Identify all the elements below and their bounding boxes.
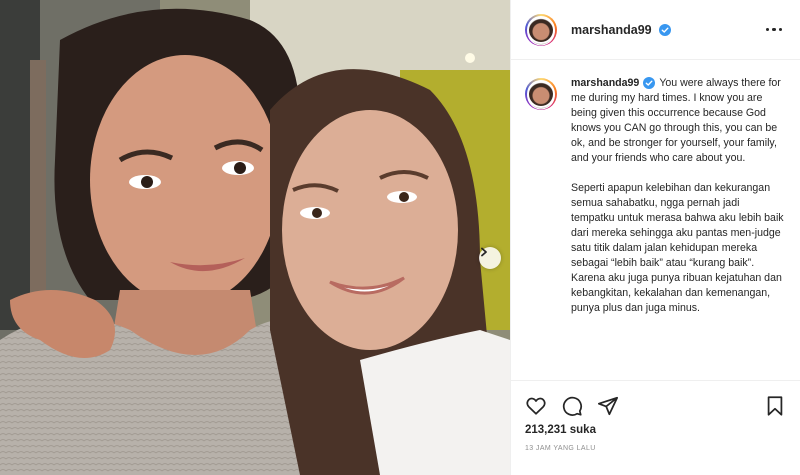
avatar[interactable] — [525, 13, 557, 46]
like-count[interactable]: 213,231 suka — [511, 420, 800, 436]
post-caption: marshanda99 You were always there for me … — [571, 76, 785, 380]
more-options-icon — [765, 27, 769, 32]
post-photo[interactable] — [0, 0, 510, 475]
save-button[interactable] — [764, 395, 786, 417]
heart-icon — [526, 397, 546, 415]
next-photo-button[interactable] — [479, 247, 501, 269]
username-link[interactable]: marshanda99 — [571, 23, 652, 37]
post-header: marshanda99 — [511, 0, 800, 60]
more-options-button[interactable] — [762, 24, 787, 36]
bookmark-icon — [767, 395, 783, 416]
share-button[interactable] — [597, 395, 619, 417]
verified-badge-icon — [659, 24, 672, 37]
verified-badge-icon — [643, 77, 656, 90]
share-icon — [597, 396, 619, 415]
avatar[interactable] — [525, 78, 557, 110]
instagram-post: marshanda99 marshanda99 You were always t… — [0, 0, 800, 475]
chevron-right-icon — [481, 247, 487, 257]
post-details-panel: marshanda99 marshanda99 You were always t… — [510, 0, 800, 475]
comment-icon — [562, 396, 583, 416]
like-button[interactable] — [525, 395, 547, 417]
action-bar — [511, 380, 800, 420]
caption-paragraph-1: You were always there for me during my h… — [571, 77, 781, 164]
comments-section: marshanda99 You were always there for me … — [511, 60, 800, 380]
comment-button[interactable] — [561, 395, 583, 417]
caption-paragraph-2: Seperti apapun kelebihan dan kekurangan … — [571, 182, 784, 314]
caption-username-link[interactable]: marshanda99 — [571, 77, 639, 89]
post-timestamp[interactable]: 13 JAM YANG LALU — [511, 436, 800, 452]
selfie-illustration — [0, 0, 510, 475]
